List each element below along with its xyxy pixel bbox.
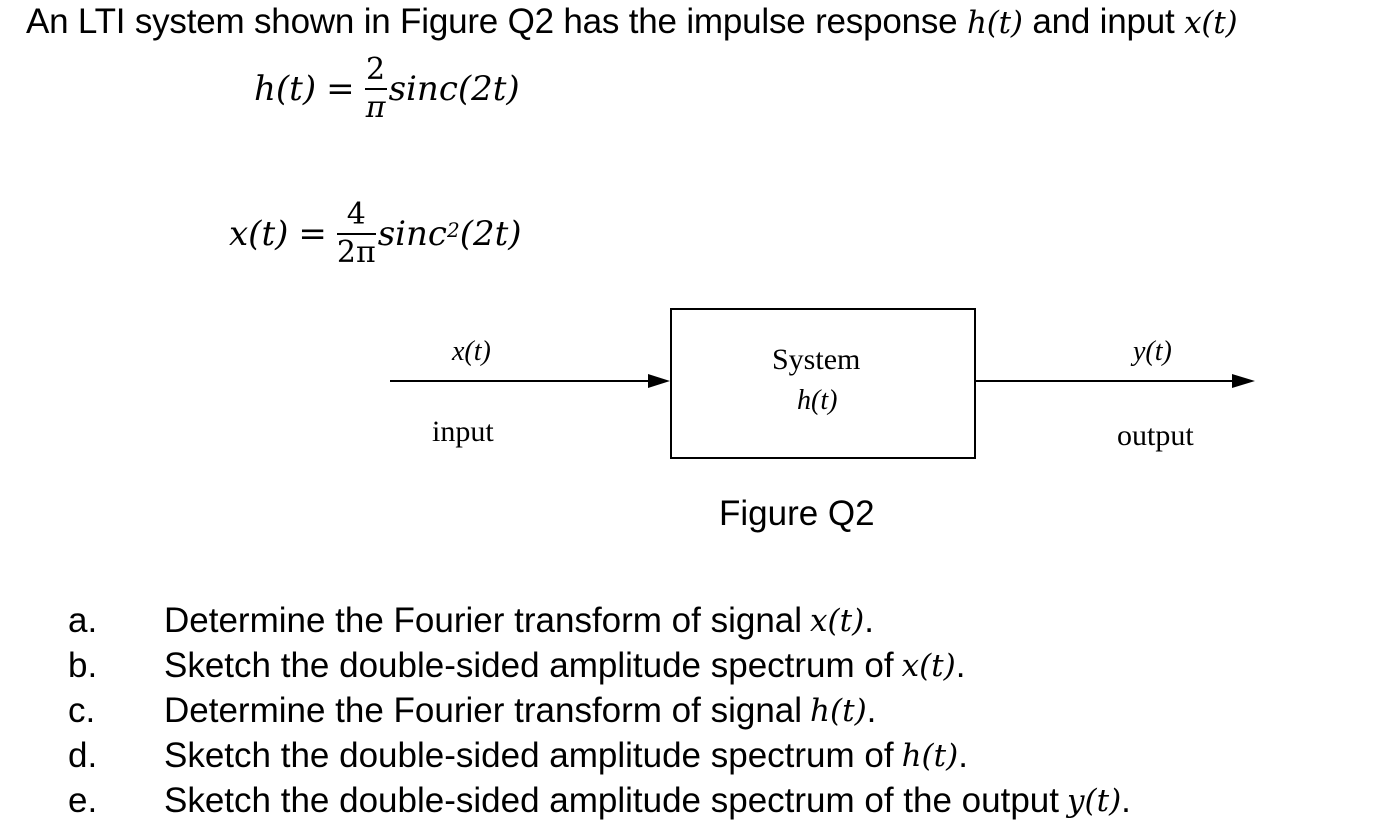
question-list: a. Determine the Fourier transform of si…: [68, 598, 1131, 823]
question-symbol: y(t): [1067, 782, 1122, 819]
fraction-numerator: 4: [346, 197, 366, 232]
equals-sign: =: [298, 214, 327, 254]
problem-statement: An LTI system shown in Figure Q2 has the…: [26, 2, 1238, 42]
question-letter: d.: [68, 735, 98, 775]
fraction-denominator: π: [365, 90, 386, 125]
question-text: Sketch the double-sided amplitude spectr…: [164, 735, 894, 775]
question-item: b. Sketch the double-sided amplitude spe…: [68, 643, 1131, 688]
system-function-label: h(t): [797, 385, 838, 416]
intro-text-mid: and input: [1032, 2, 1175, 41]
question-end: .: [955, 645, 966, 685]
question-symbol: h(t): [901, 737, 959, 774]
equation-lhs: h(t): [254, 69, 317, 109]
fraction: 2 π: [364, 52, 387, 126]
fraction-numerator: 2: [366, 52, 386, 87]
question-end: .: [866, 690, 877, 730]
equation-function: sinc(2t): [388, 69, 520, 109]
question-letter: e.: [68, 780, 98, 820]
question-end: .: [864, 600, 874, 640]
question-text: Determine the Fourier transform of signa…: [164, 690, 803, 730]
question-letter: c.: [68, 690, 96, 730]
equation-exponent: 2: [446, 218, 460, 242]
input-arrowhead: [648, 374, 670, 388]
fraction: 4 2π: [336, 197, 376, 271]
output-signal-label: y(t): [1133, 336, 1172, 367]
input-signal-symbol: x(t): [1184, 5, 1238, 41]
fraction-denominator: 2π: [336, 235, 376, 270]
impulse-response-symbol: h(t): [966, 5, 1023, 41]
block-diagram: [390, 308, 1255, 459]
equation-function-name: sinc: [377, 214, 447, 254]
question-end: .: [1121, 780, 1131, 820]
question-item: c. Determine the Fourier transform of si…: [68, 688, 1131, 733]
question-text: Sketch the double-sided amplitude spectr…: [164, 645, 894, 685]
figure-caption: Figure Q2: [719, 494, 875, 533]
question-text: Determine the Fourier transform of signa…: [164, 600, 803, 640]
system-label: System: [772, 343, 861, 376]
output-arrowhead: [1232, 374, 1255, 388]
question-text: Sketch the double-sided amplitude spectr…: [164, 780, 1059, 820]
question-item: a. Determine the Fourier transform of si…: [68, 598, 1131, 643]
equals-sign: =: [326, 69, 355, 109]
output-label: output: [1117, 419, 1194, 452]
question-symbol: x(t): [810, 602, 865, 639]
question-item: d. Sketch the double-sided amplitude spe…: [68, 733, 1131, 778]
question-item: e. Sketch the double-sided amplitude spe…: [68, 778, 1131, 823]
question-letter: b.: [68, 645, 98, 685]
equation-lhs: x(t): [229, 214, 289, 254]
question-symbol: h(t): [810, 692, 867, 729]
equation-argument: (2t): [459, 214, 522, 254]
impulse-response-equation: h(t) = 2 π sinc(2t): [254, 52, 520, 126]
input-label: input: [432, 415, 494, 448]
intro-text: An LTI system shown in Figure Q2 has the…: [26, 2, 958, 41]
question-letter: a.: [68, 600, 98, 640]
system-block: [670, 308, 976, 459]
input-signal-label: x(t): [452, 336, 491, 367]
question-symbol: x(t): [901, 647, 956, 684]
question-end: .: [958, 735, 968, 775]
input-signal-equation: x(t) = 4 2π sinc 2 (2t): [229, 197, 522, 271]
